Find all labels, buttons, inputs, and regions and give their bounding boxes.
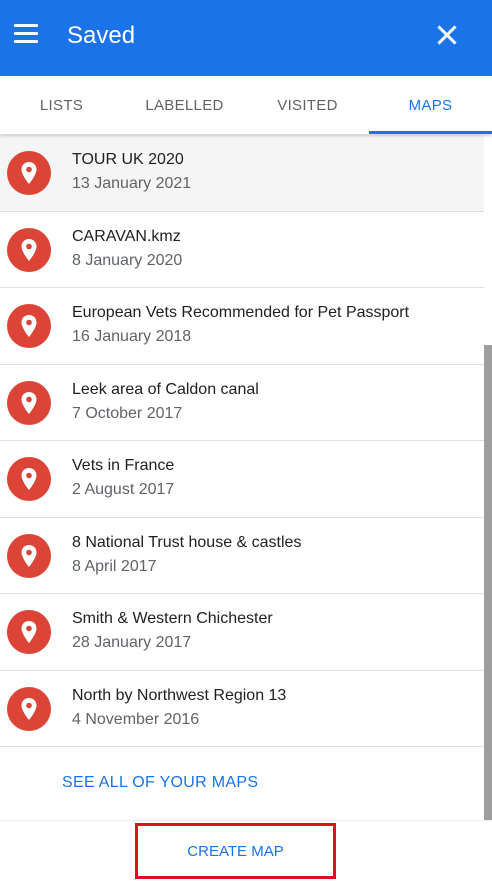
map-pin-icon: [7, 380, 51, 425]
map-date: 13 January 2021: [72, 175, 192, 192]
close-icon[interactable]: [432, 20, 462, 50]
map-pin-icon: [7, 227, 51, 272]
list-item[interactable]: Vets in France 2 August 2017: [0, 441, 484, 518]
list-item[interactable]: TOUR UK 2020 13 January 2021: [0, 135, 484, 212]
list-item[interactable]: Leek area of Caldon canal 7 October 2017: [0, 364, 484, 441]
map-pin-icon: [7, 533, 51, 578]
map-date: 8 January 2020: [72, 251, 183, 269]
map-name: Leek area of Caldon canal: [72, 380, 259, 398]
app-header: Saved: [0, 0, 492, 76]
map-date: 16 January 2018: [72, 328, 192, 345]
map-pin-icon: [7, 151, 51, 195]
map-pin-icon: [7, 304, 51, 348]
create-map-button[interactable]: CREATE MAP: [135, 823, 336, 879]
see-all-maps-link[interactable]: SEE ALL OF YOUR MAPS: [62, 774, 258, 792]
map-name: CARAVAN.kmz: [72, 227, 181, 245]
list-item[interactable]: 8 National Trust house & castles 8 April…: [0, 517, 484, 594]
map-pin-icon: [7, 686, 51, 731]
list-item[interactable]: North by Northwest Region 13 4 November …: [0, 670, 484, 747]
map-name: North by Northwest Region 13: [72, 686, 287, 704]
map-name: Smith & Western Chichester: [72, 610, 273, 627]
page-title: Saved: [67, 22, 136, 49]
map-date: 28 January 2017: [72, 634, 192, 651]
tab-bar: LISTS LABELLED VISITED MAPS: [0, 76, 492, 134]
map-pin-icon: [7, 457, 51, 501]
map-name: TOUR UK 2020: [72, 151, 184, 168]
tab-maps[interactable]: MAPS: [369, 76, 492, 134]
map-name: 8 National Trust house & castles: [72, 533, 302, 551]
tab-visited[interactable]: VISITED: [246, 76, 369, 134]
map-name: European Vets Recommended for Pet Passpo…: [72, 304, 410, 321]
map-date: 4 November 2016: [72, 710, 200, 728]
map-date: 8 April 2017: [72, 557, 157, 575]
scrollbar[interactable]: [484, 345, 492, 820]
tab-labelled[interactable]: LABELLED: [123, 76, 246, 134]
list-item[interactable]: European Vets Recommended for Pet Passpo…: [0, 288, 484, 365]
maps-list: TOUR UK 2020 13 January 2021 CARAVAN.kmz…: [0, 135, 484, 747]
map-date: 7 October 2017: [72, 404, 183, 422]
list-item[interactable]: Smith & Western Chichester 28 January 20…: [0, 594, 484, 671]
map-name: Vets in France: [72, 457, 175, 474]
list-item[interactable]: CARAVAN.kmz 8 January 2020: [0, 211, 484, 288]
footer-bar: CREATE MAP: [0, 820, 492, 881]
tab-lists[interactable]: LISTS: [0, 76, 123, 134]
map-date: 2 August 2017: [72, 481, 175, 498]
hamburger-menu-icon[interactable]: [14, 24, 40, 46]
map-pin-icon: [7, 610, 51, 654]
